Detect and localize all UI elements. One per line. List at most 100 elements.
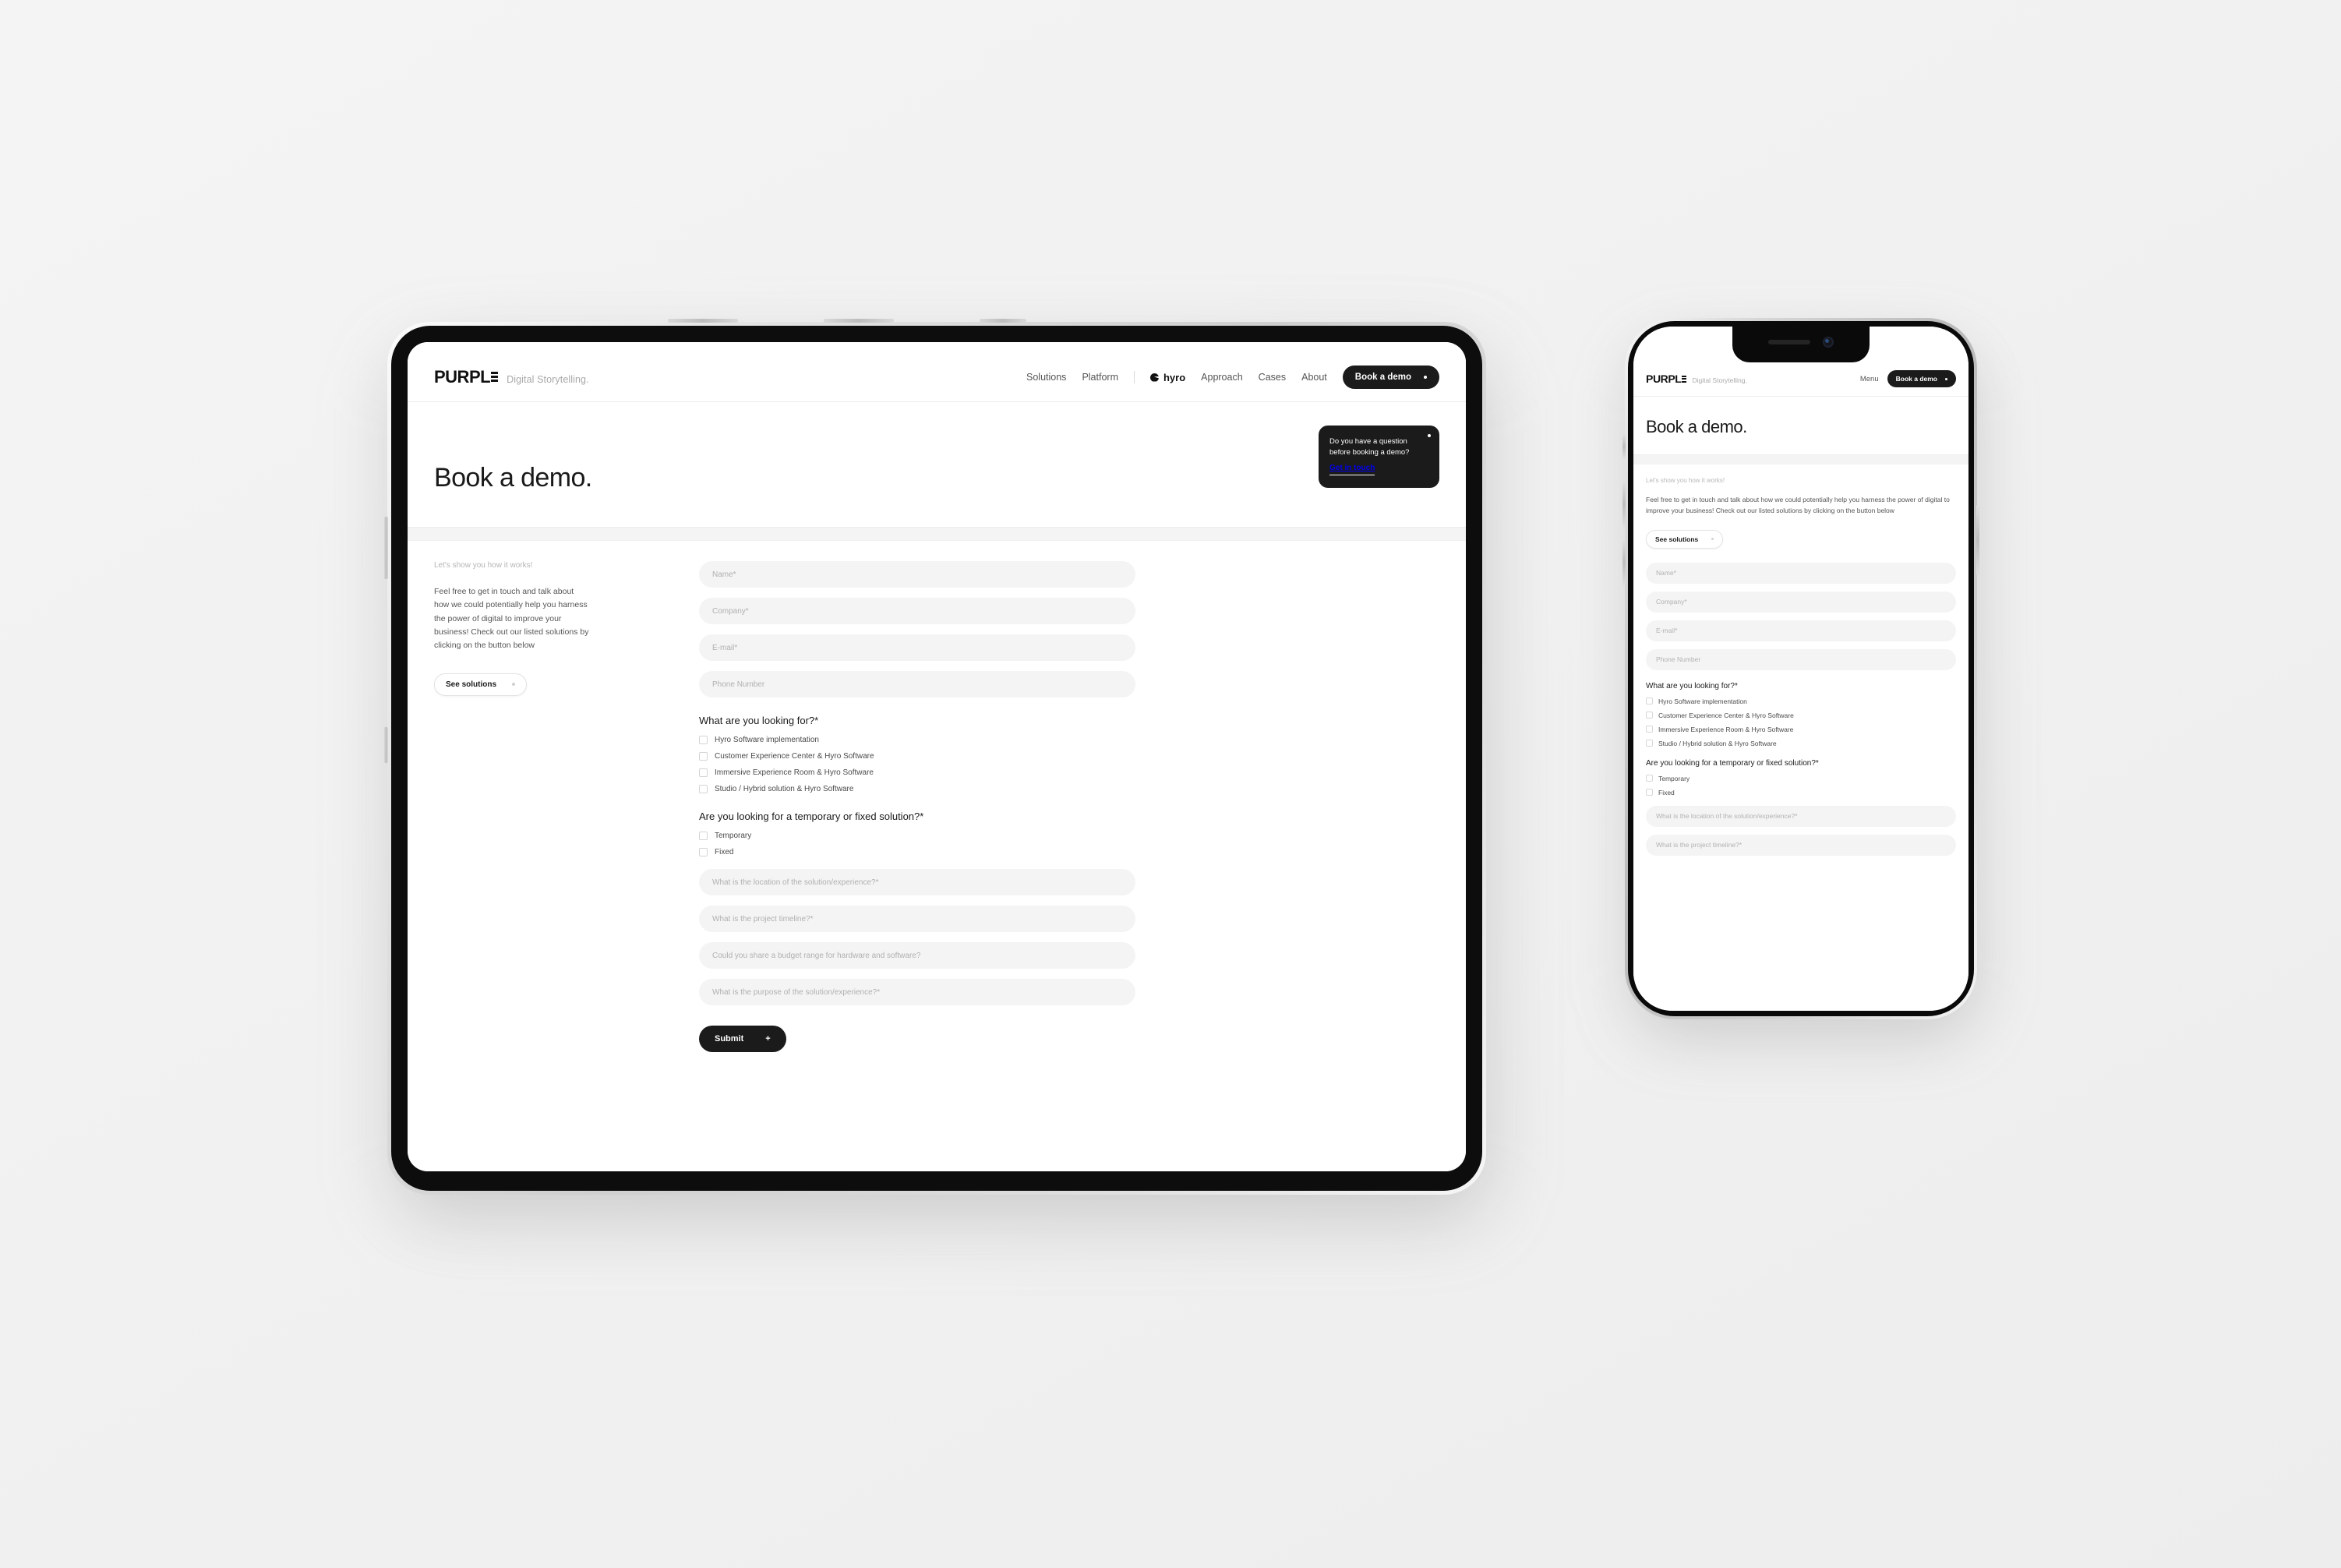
checkbox-row[interactable]: Fixed [699, 848, 1135, 856]
checkbox-row[interactable]: Hyro Software implementation [699, 736, 1135, 744]
budget-input[interactable] [699, 942, 1135, 969]
name-input[interactable] [1646, 562, 1956, 584]
checkbox-row[interactable]: Hyro Software implementation [1646, 697, 1956, 705]
phone-input[interactable] [1646, 648, 1956, 670]
hero-section-mobile: Book a demo. [1633, 397, 1968, 454]
name-input[interactable] [699, 561, 1135, 588]
checkbox-icon[interactable] [1646, 697, 1653, 705]
website-phone-view: PURPL Digital Storytelling. Menu Book a … [1633, 327, 1968, 1011]
email-input[interactable] [1646, 620, 1956, 641]
checkbox-row[interactable]: Immersive Experience Room & Hyro Softwar… [1646, 726, 1956, 733]
book-a-demo-button[interactable]: Book a demo [1342, 366, 1439, 389]
submit-row: Submit + [699, 1026, 1135, 1052]
logo-mark-icon [491, 371, 499, 385]
checkbox-icon[interactable] [1646, 789, 1653, 796]
checkbox-label: Fixed [715, 848, 734, 856]
checkbox-row[interactable]: Studio / Hybrid solution & Hyro Software [1646, 740, 1956, 747]
tablet-body: PURPL Digital Storytelling. Solutions Pl… [384, 319, 1486, 1195]
brand-lockup-mobile[interactable]: PURPL Digital Storytelling. [1646, 373, 1747, 385]
checkbox-row[interactable]: Fixed [1646, 789, 1956, 796]
nav-item-platform[interactable]: Platform [1082, 372, 1118, 383]
checkbox-icon[interactable] [699, 736, 708, 744]
checkbox-label: Hyro Software implementation [715, 736, 819, 744]
get-in-touch-link[interactable]: Get in touch [1329, 463, 1375, 476]
email-input[interactable] [699, 634, 1135, 661]
menu-button[interactable]: Menu [1860, 375, 1879, 383]
timeline-input[interactable] [1646, 834, 1956, 856]
checkbox-icon[interactable] [699, 832, 708, 840]
phone-mute-switch[interactable] [1622, 435, 1626, 458]
checkbox-icon[interactable] [699, 785, 708, 793]
demo-request-form: What are you looking for?* Hyro Software… [699, 561, 1135, 1052]
purple-logo: PURPL [1646, 373, 1687, 385]
hyro-partner-logo[interactable]: hyro [1150, 372, 1185, 383]
purple-logo: PURPL [434, 367, 499, 387]
checkbox-icon[interactable] [1646, 775, 1653, 782]
checkbox-row[interactable]: Customer Experience Center & Hyro Softwa… [699, 752, 1135, 761]
intro-eyebrow: Let's show you how it works! [1646, 477, 1725, 484]
checkbox-label: Studio / Hybrid solution & Hyro Software [1658, 739, 1777, 747]
checkbox-row[interactable]: Temporary [1646, 775, 1956, 782]
checkbox-label: Immersive Experience Room & Hyro Softwar… [1658, 725, 1794, 733]
purpose-input[interactable] [699, 979, 1135, 1005]
phone-power-button[interactable] [1976, 505, 1979, 575]
see-solutions-button[interactable]: See solutions [434, 673, 528, 696]
checkbox-icon[interactable] [1646, 740, 1653, 747]
phone-notch [1732, 327, 1870, 362]
submit-button[interactable]: Submit + [699, 1026, 786, 1052]
nav-item-approach[interactable]: Approach [1201, 372, 1243, 383]
question-callout-card[interactable]: Do you have a question before booking a … [1319, 426, 1439, 489]
phone-volume-down-button[interactable] [1622, 540, 1626, 585]
see-solutions-label: See solutions [1655, 535, 1699, 543]
site-header-mobile: PURPL Digital Storytelling. Menu Book a … [1633, 362, 1968, 397]
nav-item-about[interactable]: About [1301, 372, 1327, 383]
tablet-power-button[interactable] [384, 727, 388, 763]
question-2-label: Are you looking for a temporary or fixed… [1646, 758, 1819, 768]
tablet-screen: PURPL Digital Storytelling. Solutions Pl… [408, 342, 1466, 1171]
timeline-input[interactable] [699, 906, 1135, 932]
checkbox-icon[interactable] [699, 752, 708, 761]
checkbox-label: Immersive Experience Room & Hyro Softwar… [715, 768, 874, 777]
location-input[interactable] [1646, 805, 1956, 827]
checkbox-icon[interactable] [1646, 712, 1653, 719]
demo-request-form-mobile: What are you looking for?* Hyro Software… [1646, 562, 1956, 856]
dot-icon [1711, 538, 1714, 541]
nav-divider [1133, 371, 1135, 383]
brand-lockup[interactable]: PURPL Digital Storytelling. [434, 367, 589, 387]
nav-item-solutions[interactable]: Solutions [1026, 372, 1066, 383]
tablet-antenna-line [668, 319, 738, 323]
phone-input[interactable] [699, 671, 1135, 697]
company-input[interactable] [1646, 591, 1956, 613]
tablet-antenna-line [824, 319, 894, 323]
phone-device-mockup: PURPL Digital Storytelling. Menu Book a … [1622, 318, 1979, 1038]
checkbox-row[interactable]: Temporary [699, 832, 1135, 840]
checkbox-icon[interactable] [1646, 726, 1653, 733]
page-title: Book a demo. [1646, 417, 1747, 436]
brand-tagline: Digital Storytelling. [1692, 376, 1747, 384]
phone-volume-up-button[interactable] [1622, 482, 1626, 527]
company-input[interactable] [699, 598, 1135, 624]
checkbox-row[interactable]: Customer Experience Center & Hyro Softwa… [1646, 712, 1956, 719]
mobile-navigation: Menu Book a demo [1860, 370, 1956, 387]
intro-body-text: Feel free to get in touch and talk about… [1646, 496, 1950, 514]
book-a-demo-button[interactable]: Book a demo [1887, 370, 1956, 387]
checkbox-icon[interactable] [699, 848, 708, 856]
intro-column: Let's show you how it works! Feel free t… [434, 561, 668, 1052]
website-tablet-view: PURPL Digital Storytelling. Solutions Pl… [408, 342, 1466, 1171]
brand-tagline: Digital Storytelling. [507, 374, 589, 385]
bottom-fields-group [699, 869, 1135, 1005]
see-solutions-button[interactable]: See solutions [1646, 529, 1724, 549]
tablet-device-mockup: PURPL Digital Storytelling. Solutions Pl… [384, 319, 1486, 1218]
primary-navigation: Solutions Platform hyro Approach Cases A… [1026, 366, 1439, 389]
tablet-volume-button[interactable] [384, 517, 388, 579]
nav-item-cases[interactable]: Cases [1259, 372, 1286, 383]
bottom-fields-group-mobile [1646, 805, 1956, 856]
location-input[interactable] [699, 869, 1135, 895]
checkbox-label: Studio / Hybrid solution & Hyro Software [715, 785, 854, 793]
checkbox-label: Customer Experience Center & Hyro Softwa… [1658, 711, 1794, 719]
checkbox-row[interactable]: Studio / Hybrid solution & Hyro Software [699, 785, 1135, 793]
checkbox-row[interactable]: Immersive Experience Room & Hyro Softwar… [699, 768, 1135, 777]
checkbox-icon[interactable] [699, 768, 708, 777]
content-section-mobile: Let's show you how it works! Feel free t… [1633, 464, 1968, 856]
question-2-label: Are you looking for a temporary or fixed… [699, 810, 924, 822]
